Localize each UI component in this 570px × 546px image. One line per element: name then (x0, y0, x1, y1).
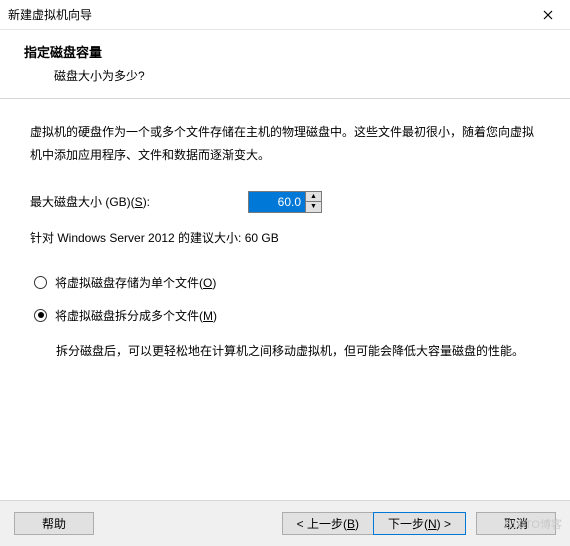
spinner-up-button[interactable]: ▲ (306, 192, 321, 203)
spinner-buttons: ▲ ▼ (305, 192, 321, 212)
radio-icon (34, 309, 47, 322)
window-title: 新建虚拟机向导 (8, 6, 92, 23)
description-text: 虚拟机的硬盘作为一个或多个文件存储在主机的物理磁盘中。这些文件最初很小，随着您向… (30, 121, 540, 167)
disk-size-row: 最大磁盘大小 (GB)(S): ▲ ▼ (30, 191, 540, 213)
page-subtitle: 磁盘大小为多少? (54, 67, 562, 84)
close-icon (543, 10, 553, 20)
radio-single-label: 将虚拟磁盘存储为单个文件(O) (55, 274, 216, 291)
back-button[interactable]: < 上一步(B) (282, 512, 374, 535)
radio-single-file[interactable]: 将虚拟磁盘存储为单个文件(O) (34, 274, 540, 291)
wizard-content: 虚拟机的硬盘作为一个或多个文件存储在主机的物理磁盘中。这些文件最初很小，随着您向… (0, 99, 570, 519)
cancel-button[interactable]: 取消 (476, 512, 556, 535)
help-button[interactable]: 帮助 (14, 512, 94, 535)
titlebar: 新建虚拟机向导 (0, 0, 570, 30)
spinner-down-button[interactable]: ▼ (306, 202, 321, 212)
page-title: 指定磁盘容量 (24, 42, 562, 61)
wizard-footer: 帮助 < 上一步(B) 下一步(N) > 取消 51CTO博客 (0, 500, 570, 546)
radio-icon (34, 276, 47, 289)
wizard-header: 指定磁盘容量 磁盘大小为多少? (0, 30, 570, 99)
disk-size-spinner[interactable]: ▲ ▼ (248, 191, 322, 213)
radio-multi-label: 将虚拟磁盘拆分成多个文件(M) (55, 307, 217, 324)
radio-multi-description: 拆分磁盘后，可以更轻松地在计算机之间移动虚拟机，但可能会降低大容量磁盘的性能。 (56, 340, 540, 363)
recommended-size-text: 针对 Windows Server 2012 的建议大小: 60 GB (30, 229, 540, 246)
radio-multi-file[interactable]: 将虚拟磁盘拆分成多个文件(M) (34, 307, 540, 324)
disk-size-label: 最大磁盘大小 (GB)(S): (30, 193, 240, 210)
storage-option-group: 将虚拟磁盘存储为单个文件(O) 将虚拟磁盘拆分成多个文件(M) 拆分磁盘后，可以… (34, 274, 540, 363)
close-button[interactable] (525, 0, 570, 30)
next-button[interactable]: 下一步(N) > (373, 512, 466, 535)
disk-size-input[interactable] (249, 192, 305, 212)
